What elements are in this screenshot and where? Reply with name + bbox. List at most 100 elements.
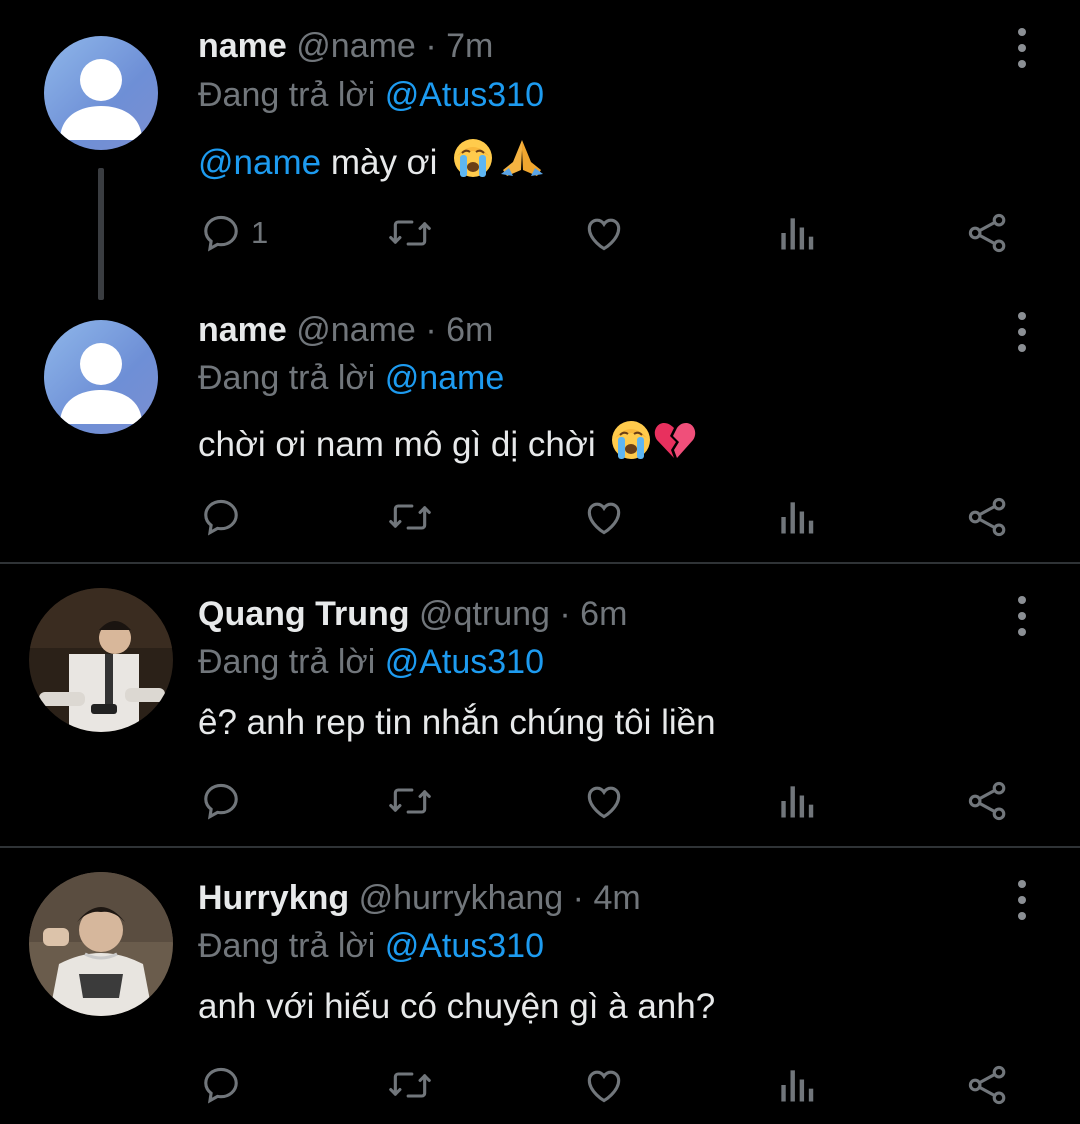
- views-icon: [781, 786, 814, 818]
- avatar[interactable]: [44, 36, 158, 150]
- retweet-icon: [389, 1072, 431, 1098]
- share-icon: [968, 497, 1006, 537]
- user-handle[interactable]: @hurrykhang: [359, 879, 564, 917]
- reply-icon: [204, 215, 238, 252]
- tweet-header: name @name · 7m: [198, 26, 493, 66]
- tweet-text: anh với hiếu có chuyện gì à anh?: [198, 986, 715, 1028]
- default-avatar-icon: [60, 59, 142, 140]
- user-photo-icon: [29, 588, 173, 732]
- tweet-actions: 1: [0, 208, 1080, 258]
- share-icon: [968, 213, 1006, 253]
- tweet-text: @name mày ơi: [198, 136, 545, 190]
- more-options-icon[interactable]: [1012, 880, 1032, 920]
- reply-to-mention[interactable]: @Atus310: [385, 927, 544, 965]
- reply-icon: [204, 499, 238, 536]
- broken-heart-icon: [653, 418, 697, 472]
- retweet-icon: [389, 220, 431, 246]
- default-avatar-icon: [60, 343, 142, 424]
- avatar[interactable]: [29, 588, 173, 732]
- views-button[interactable]: [776, 492, 816, 542]
- retweet-button[interactable]: [386, 776, 434, 826]
- reply-context: Đang trả lời @Atus310: [198, 75, 544, 115]
- tweet-header: Hurrykng @hurrykhang · 4m: [198, 878, 641, 918]
- retweet-button[interactable]: [386, 1060, 434, 1110]
- tweet-4[interactable]: Hurrykng @hurrykhang · 4m Đang trả lời @…: [0, 848, 1080, 1124]
- reply-prefix: Đang trả lời: [198, 927, 385, 965]
- reply-prefix: Đang trả lời: [198, 76, 385, 114]
- retweet-button[interactable]: [386, 208, 434, 258]
- like-button[interactable]: [582, 776, 626, 826]
- crying-face-icon: [451, 136, 495, 190]
- share-icon: [968, 1065, 1006, 1105]
- reply-button[interactable]: [199, 776, 243, 826]
- separator-dot: ·: [425, 27, 437, 65]
- folded-hands-icon: [499, 136, 545, 190]
- heart-icon: [587, 786, 621, 819]
- tweet-actions: [0, 776, 1080, 826]
- share-button[interactable]: [966, 208, 1010, 258]
- avatar[interactable]: [29, 872, 173, 1016]
- tweet-1[interactable]: name @name · 7m Đang trả lời @Atus310 @n…: [0, 0, 1080, 300]
- reply-context: Đang trả lời @Atus310: [198, 926, 544, 966]
- reply-to-mention[interactable]: @Atus310: [385, 76, 544, 114]
- retweet-button[interactable]: [386, 492, 434, 542]
- tweet-header: name @name · 6m: [198, 310, 493, 350]
- user-handle[interactable]: @qtrung: [419, 595, 550, 633]
- reply-count: 1: [251, 215, 269, 250]
- tweet-text-content: mày ơi: [321, 143, 438, 182]
- views-icon: [781, 502, 814, 534]
- avatar[interactable]: [44, 320, 158, 434]
- share-button[interactable]: [966, 1060, 1010, 1110]
- views-icon: [781, 1070, 814, 1102]
- tweet-actions: [0, 492, 1080, 542]
- timestamp[interactable]: 7m: [446, 27, 493, 65]
- separator-dot: ·: [425, 311, 437, 349]
- reply-context: Đang trả lời @Atus310: [198, 642, 544, 682]
- tweet-text-content: ê? anh rep tin nhắn chúng tôi liền: [198, 703, 716, 742]
- tweet-text: ê? anh rep tin nhắn chúng tôi liền: [198, 702, 716, 744]
- timestamp[interactable]: 6m: [446, 311, 493, 349]
- views-button[interactable]: [776, 1060, 816, 1110]
- share-button[interactable]: [966, 776, 1010, 826]
- share-icon: [968, 781, 1006, 821]
- mention-link[interactable]: @name: [198, 143, 321, 182]
- timestamp[interactable]: 4m: [593, 879, 640, 917]
- reply-to-mention[interactable]: @Atus310: [385, 643, 544, 681]
- more-options-icon[interactable]: [1012, 312, 1032, 352]
- reply-icon: [204, 1067, 238, 1104]
- tweet-text: chời ơi nam mô gì dị chời: [198, 418, 697, 472]
- like-button[interactable]: [582, 1060, 626, 1110]
- tweet-3[interactable]: Quang Trung @qtrung · 6m Đang trả lời @A…: [0, 564, 1080, 846]
- display-name[interactable]: name: [198, 27, 287, 65]
- more-options-icon[interactable]: [1012, 596, 1032, 636]
- heart-icon: [587, 218, 621, 251]
- reply-context: Đang trả lời @name: [198, 358, 504, 398]
- timestamp[interactable]: 6m: [580, 595, 627, 633]
- views-button[interactable]: [776, 776, 816, 826]
- tweet-text-content: chời ơi nam mô gì dị chời: [198, 425, 596, 464]
- more-options-icon[interactable]: [1012, 28, 1032, 68]
- tweet-actions: [0, 1060, 1080, 1110]
- heart-icon: [587, 502, 621, 535]
- tweet-header: Quang Trung @qtrung · 6m: [198, 594, 627, 634]
- reply-button[interactable]: 1: [199, 208, 268, 258]
- retweet-icon: [389, 504, 431, 530]
- reply-icon: [204, 783, 238, 820]
- reply-to-mention[interactable]: @name: [385, 359, 505, 397]
- reply-button[interactable]: [199, 1060, 243, 1110]
- reply-prefix: Đang trả lời: [198, 643, 385, 681]
- user-handle[interactable]: @name: [296, 311, 416, 349]
- heart-icon: [587, 1070, 621, 1103]
- display-name[interactable]: name: [198, 311, 287, 349]
- tweet-text-content: anh với hiếu có chuyện gì à anh?: [198, 987, 716, 1026]
- like-button[interactable]: [582, 208, 626, 258]
- user-handle[interactable]: @name: [296, 27, 416, 65]
- retweet-icon: [389, 788, 431, 814]
- tweet-2[interactable]: name @name · 6m Đang trả lời @name chời …: [0, 300, 1080, 562]
- display-name[interactable]: Hurrykng: [198, 879, 349, 917]
- reply-button[interactable]: [199, 492, 243, 542]
- like-button[interactable]: [582, 492, 626, 542]
- share-button[interactable]: [966, 492, 1010, 542]
- display-name[interactable]: Quang Trung: [198, 595, 410, 633]
- views-button[interactable]: [776, 208, 816, 258]
